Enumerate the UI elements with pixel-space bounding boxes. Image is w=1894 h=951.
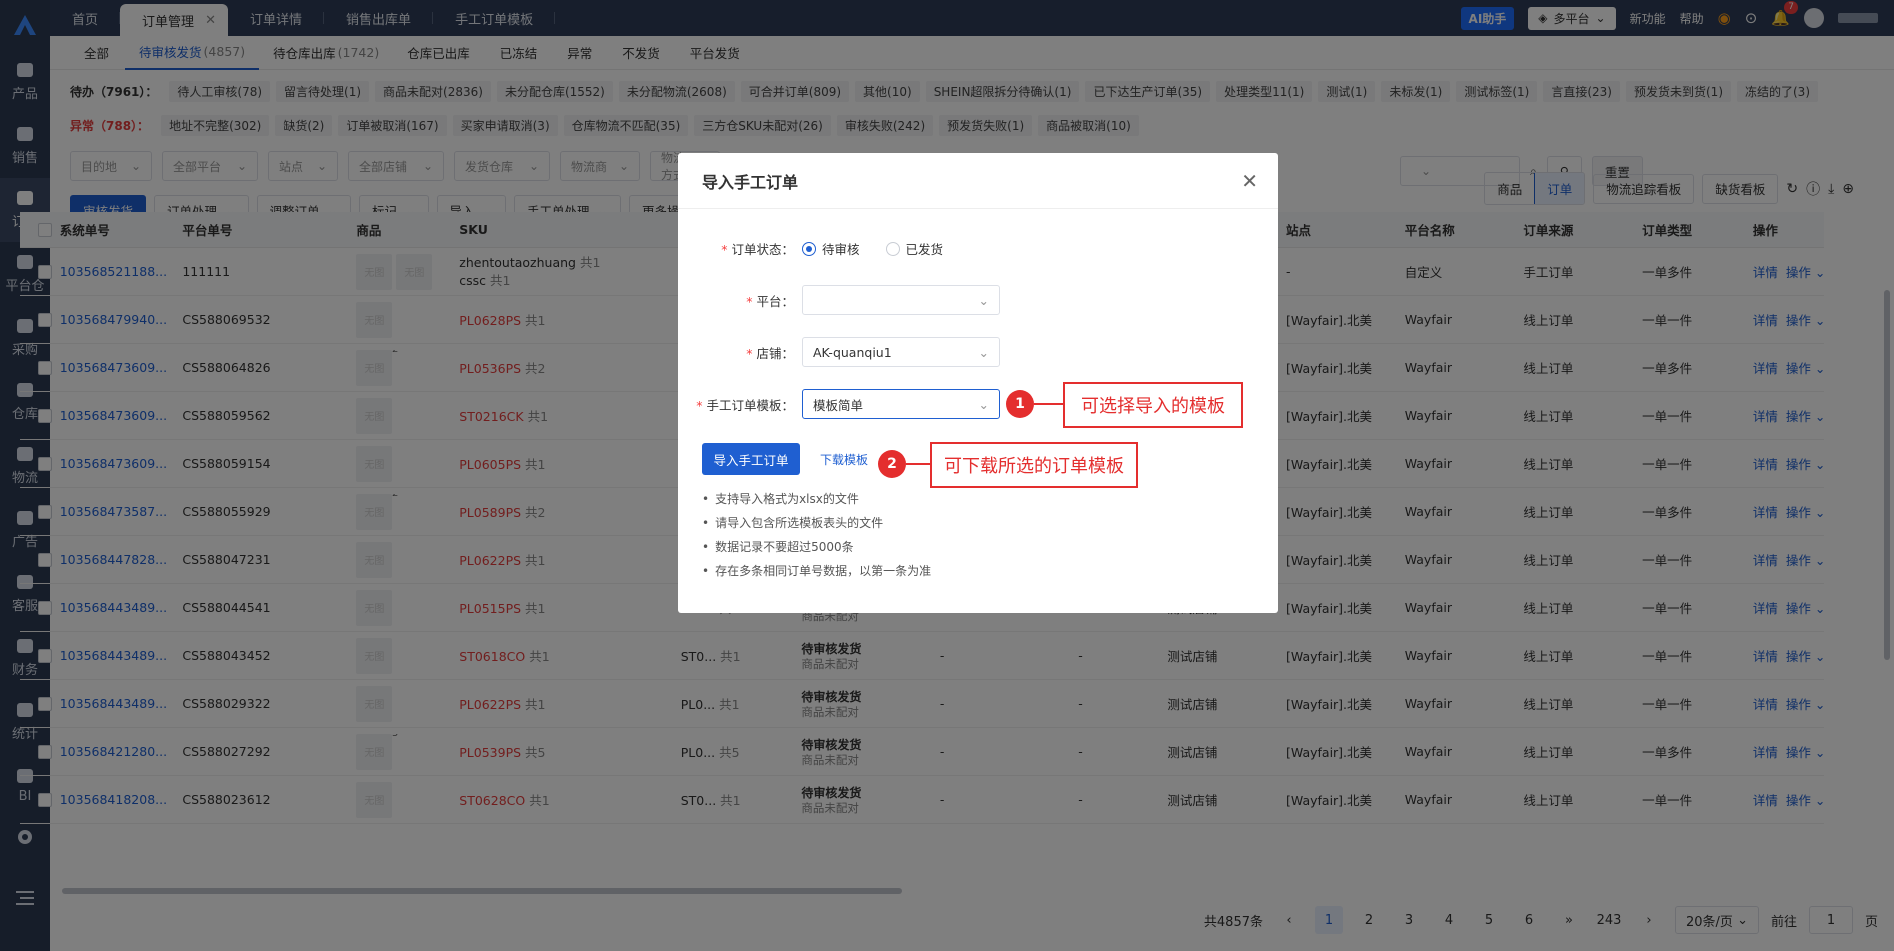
template-select[interactable]: 模板简单 [802, 389, 1000, 419]
status-row: * 订单状态： 待审核 已发货 [678, 239, 969, 258]
callout-box-2: 可下载所选的订单模板 [930, 442, 1138, 488]
tip-item: 存在多条相同订单号数据，以第一条为准 [702, 559, 931, 583]
radio-dot-icon [802, 241, 816, 256]
radio-shipped[interactable]: 已发货 [885, 239, 943, 258]
callout-line-1 [1034, 403, 1064, 405]
dialog-header: 导入手工订单 ✕ [678, 153, 1278, 209]
callout-number-2: 2 [878, 450, 906, 478]
platform-row: * 平台： [678, 285, 1000, 315]
download-template-link[interactable]: 下载模板 [820, 451, 868, 468]
tip-item: 请导入包含所选模板表头的文件 [702, 511, 931, 535]
radio-pending-review[interactable]: 待审核 [802, 239, 860, 258]
dialog-title: 导入手工订单 [702, 172, 799, 192]
tip-item: 支持导入格式为xlsx的文件 [702, 487, 931, 511]
callout-box-1: 可选择导入的模板 [1063, 382, 1243, 428]
import-tips: 支持导入格式为xlsx的文件请导入包含所选模板表头的文件数据记录不要超过5000… [702, 487, 931, 583]
template-row: * 手工订单模板： 模板简单 [678, 389, 1000, 419]
shop-select[interactable]: AK-quanqiu1 [802, 337, 1000, 367]
app-root: 产品销售订单平台仓采购仓库物流广告客服财务统计BI 首页 订单管理✕ 订单详情 … [0, 0, 1894, 951]
import-manual-order-button[interactable]: 导入手工订单 [702, 443, 800, 475]
shop-row: * 店铺： AK-quanqiu1 [678, 337, 1000, 367]
platform-select[interactable] [802, 285, 1000, 315]
radio-dot-icon [885, 241, 900, 256]
callout-number-1: 1 [1006, 390, 1034, 418]
tip-item: 数据记录不要超过5000条 [702, 535, 931, 559]
close-icon[interactable]: ✕ [1241, 169, 1258, 193]
callout-line-2 [906, 463, 932, 465]
